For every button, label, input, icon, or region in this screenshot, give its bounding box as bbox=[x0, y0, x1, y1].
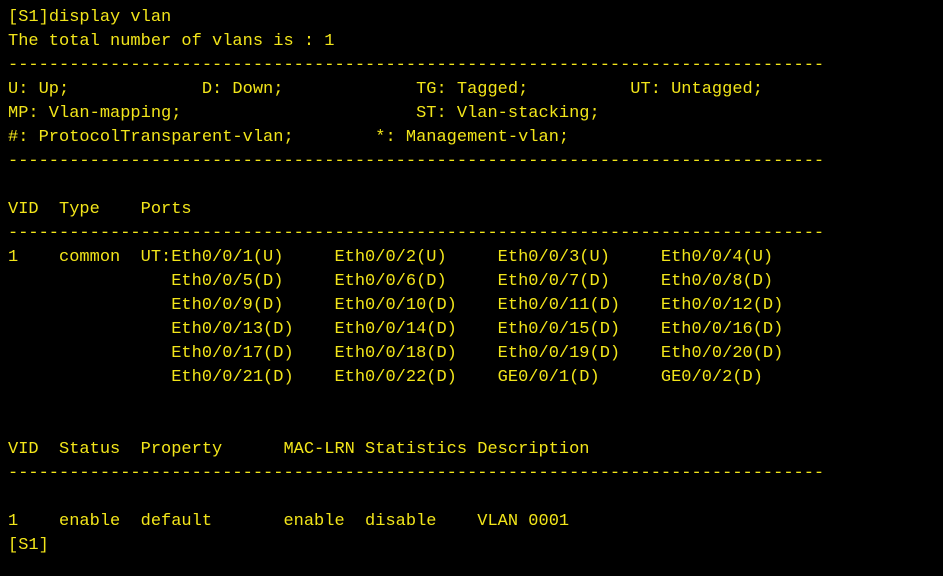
ports-row: Eth0/0/5(D) Eth0/0/6(D) Eth0/0/7(D) Eth0… bbox=[8, 270, 935, 294]
ports-row: Eth0/0/17(D) Eth0/0/18(D) Eth0/0/19(D) E… bbox=[8, 342, 935, 366]
legend-up-down: U: Up; D: Down; TG: Tagged; UT: Untagged… bbox=[8, 78, 935, 102]
blank-line bbox=[8, 486, 935, 510]
terminal[interactable]: [S1]display vlan The total number of vla… bbox=[8, 6, 935, 558]
status-header: VID Status Property MAC-LRN Statistics D… bbox=[8, 438, 935, 462]
ports-header: VID Type Ports bbox=[8, 198, 935, 222]
blank-line bbox=[8, 414, 935, 438]
legend-mapping: MP: Vlan-mapping; ST: Vlan-stacking; bbox=[8, 102, 935, 126]
ports-row: Eth0/0/9(D) Eth0/0/10(D) Eth0/0/11(D) Et… bbox=[8, 294, 935, 318]
hr: ----------------------------------------… bbox=[8, 222, 935, 246]
command-line: [S1]display vlan bbox=[8, 6, 935, 30]
blank-line bbox=[8, 174, 935, 198]
cli-command: display vlan bbox=[49, 8, 171, 27]
ports-row: 1 common UT:Eth0/0/1(U) Eth0/0/2(U) Eth0… bbox=[8, 246, 935, 270]
hr: ----------------------------------------… bbox=[8, 462, 935, 486]
legend-proto: #: ProtocolTransparent-vlan; *: Manageme… bbox=[8, 126, 935, 150]
ports-row: Eth0/0/21(D) Eth0/0/22(D) GE0/0/1(D) GE0… bbox=[8, 366, 935, 390]
hr: ----------------------------------------… bbox=[8, 54, 935, 78]
ports-row: Eth0/0/13(D) Eth0/0/14(D) Eth0/0/15(D) E… bbox=[8, 318, 935, 342]
cli-prompt: [S1] bbox=[8, 8, 49, 27]
blank-line bbox=[8, 390, 935, 414]
cli-prompt-final[interactable]: [S1] bbox=[8, 534, 935, 558]
hr: ----------------------------------------… bbox=[8, 150, 935, 174]
summary-line: The total number of vlans is : 1 bbox=[8, 30, 935, 54]
status-row: 1 enable default enable disable VLAN 000… bbox=[8, 510, 935, 534]
